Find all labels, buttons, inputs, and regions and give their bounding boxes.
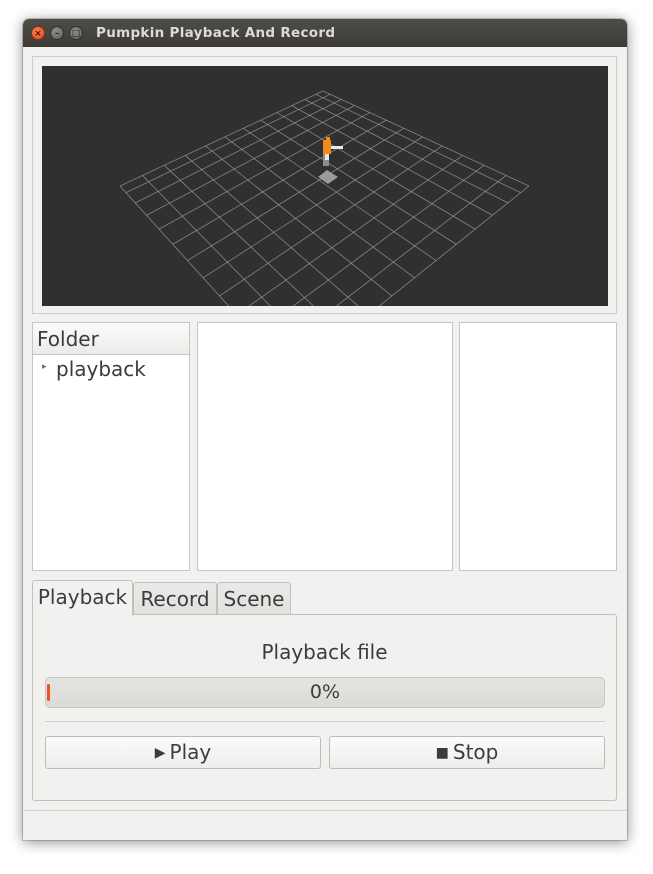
progress-text: 0% <box>309 681 341 703</box>
stop-button-label: Stop <box>452 740 499 764</box>
robot-head <box>326 137 330 142</box>
tab-playback[interactable]: Playback <box>32 580 133 616</box>
grid-line <box>292 164 485 306</box>
playback-progress-bar: 0% <box>45 677 605 708</box>
tab-scene[interactable]: Scene <box>217 582 291 616</box>
robot-torso <box>323 140 331 154</box>
grid-line <box>135 99 342 204</box>
title-bar[interactable]: × – □ Pumpkin Playback And Record <box>23 19 627 47</box>
close-window-button[interactable]: × <box>31 26 45 40</box>
playback-file-label: Playback file <box>261 640 388 664</box>
app-window: × – □ Pumpkin Playback And Record Folder… <box>23 19 627 840</box>
folder-panel[interactable]: Folder ▸ playback <box>32 322 190 571</box>
grid-line <box>248 155 463 306</box>
file-list-panel[interactable] <box>197 322 453 571</box>
grid-line <box>378 185 530 306</box>
grid-line <box>119 185 230 306</box>
robot-arm <box>331 146 343 149</box>
details-panel[interactable] <box>459 322 617 571</box>
grid-line <box>304 99 509 204</box>
folder-column-header[interactable]: Folder <box>33 323 189 355</box>
grid-line <box>125 93 331 193</box>
play-button-label: Play <box>169 740 212 764</box>
robot-joint <box>325 154 329 160</box>
separator <box>45 721 605 722</box>
stop-button[interactable]: ■ Stop <box>329 736 605 769</box>
grid-line <box>335 175 507 306</box>
3d-viewport[interactable] <box>42 66 608 306</box>
grid-line <box>291 105 493 216</box>
viewport-frame <box>32 56 617 314</box>
grid-line <box>205 145 393 297</box>
maximize-window-button[interactable]: □ <box>69 26 83 40</box>
playback-tab-pane: Playback file 0% ▶ Play ■ Stop <box>32 614 617 801</box>
expand-arrow-icon[interactable]: ▸ <box>42 362 47 372</box>
tree-item-playback[interactable]: ▸ playback <box>33 357 189 383</box>
tree-item-label: playback <box>56 357 146 381</box>
play-icon: ▶ <box>154 745 166 761</box>
minimize-window-button[interactable]: – <box>50 26 64 40</box>
grid-line <box>158 112 370 230</box>
grid-line <box>187 127 405 261</box>
tab-record[interactable]: Record <box>133 582 217 616</box>
window-title: Pumpkin Playback And Record <box>96 25 336 41</box>
status-bar <box>23 810 627 840</box>
play-button[interactable]: ▶ Play <box>45 736 321 769</box>
3d-scene[interactable] <box>42 66 608 306</box>
stop-icon: ■ <box>435 745 449 761</box>
grid-line <box>172 119 387 245</box>
